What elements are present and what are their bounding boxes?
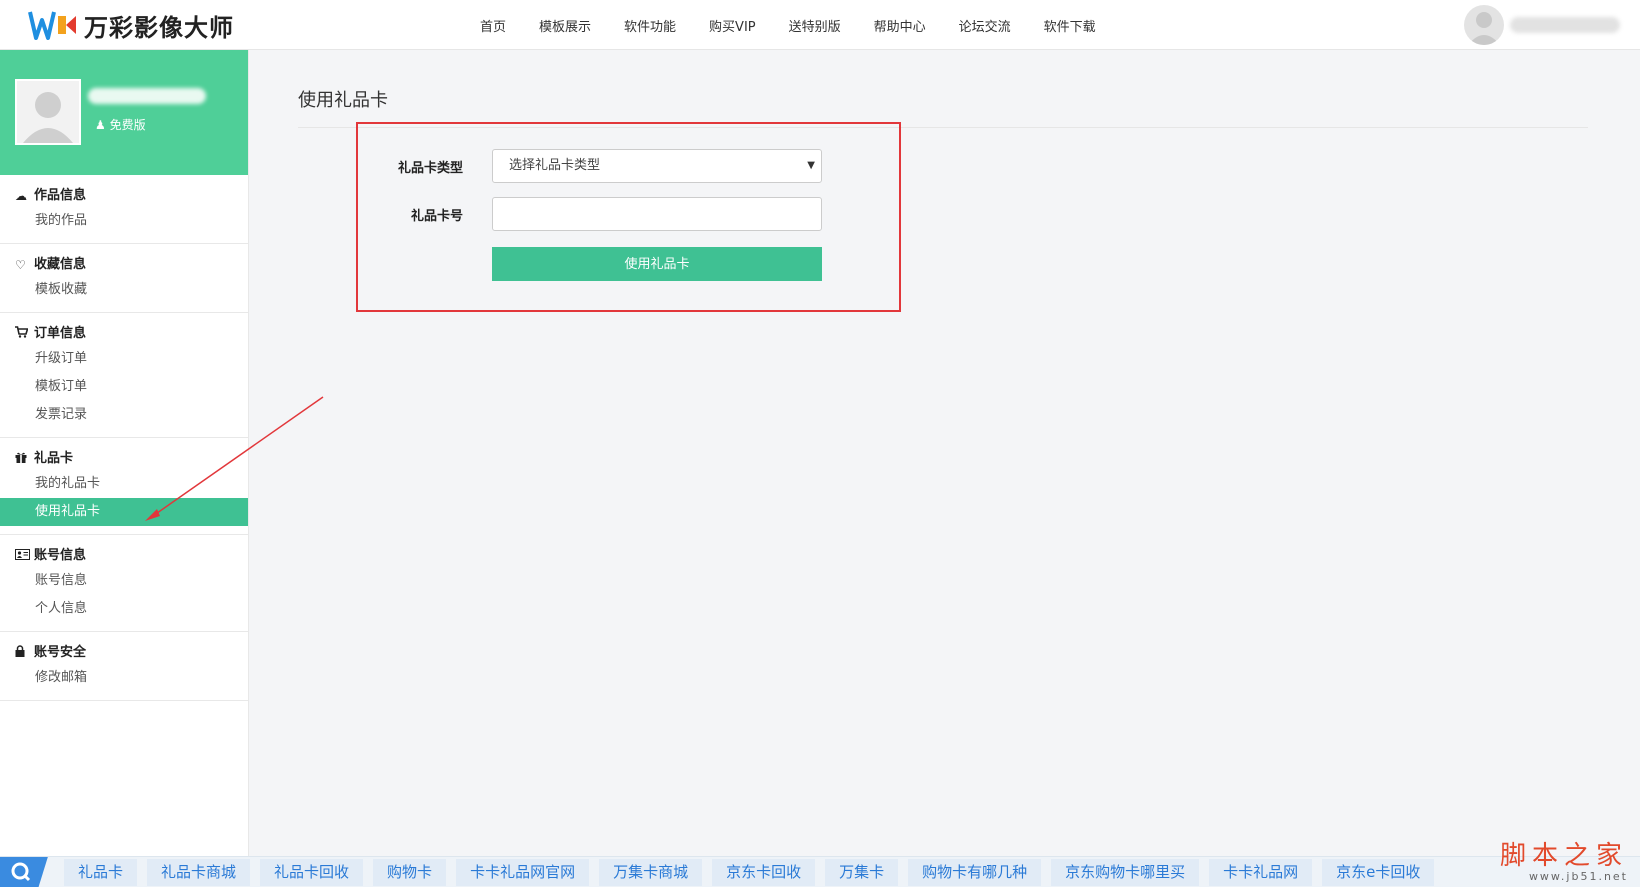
- sidebar-group-title: ♡ 收藏信息: [0, 254, 248, 276]
- lock-icon: [15, 642, 31, 664]
- nav-special-edition[interactable]: 送特别版: [789, 16, 841, 35]
- nav-home[interactable]: 首页: [480, 16, 506, 35]
- sidebar-group-title: ☁ 作品信息: [0, 185, 248, 207]
- use-gift-card-button[interactable]: 使用礼品卡: [492, 247, 822, 281]
- logo-icon: [28, 10, 78, 40]
- bottom-links: 礼品卡 礼品卡商城 礼品卡回收 购物卡 卡卡礼品网官网 万集卡商城 京东卡回收 …: [64, 857, 1444, 887]
- bottom-link[interactable]: 礼品卡: [64, 858, 138, 886]
- sidebar-group-label: 订单信息: [34, 326, 87, 341]
- cart-icon: [15, 323, 31, 345]
- watermark: 脚本之家 www.jb51.net: [1500, 842, 1628, 883]
- profile-panel: ♟ 免费版: [0, 50, 248, 175]
- sidebar-item-personal-info[interactable]: 个人信息: [0, 595, 248, 623]
- sidebar-item-account-info[interactable]: 账号信息: [0, 567, 248, 595]
- sidebar-group-label: 收藏信息: [34, 257, 87, 272]
- watermark-title: 脚本之家: [1499, 841, 1628, 871]
- logo-text: 万彩影像大师: [84, 13, 234, 42]
- gift-icon: [15, 448, 31, 470]
- sidebar-group-account: 账号信息 账号信息 个人信息: [0, 535, 248, 632]
- nav-buy-vip[interactable]: 购买VIP: [709, 16, 756, 35]
- sidebar-group-gift-card: 礼品卡 我的礼品卡 使用礼品卡: [0, 438, 248, 535]
- page-title: 使用礼品卡: [298, 90, 388, 111]
- sidebar-group-works: ☁ 作品信息 我的作品: [0, 175, 248, 244]
- sidebar-item-my-works[interactable]: 我的作品: [0, 207, 248, 235]
- gift-card-type-label: 礼品卡类型: [397, 161, 463, 176]
- main-nav: 首页 模板展示 软件功能 购买VIP 送特别版 帮助中心 论坛交流 软件下载: [480, 0, 1129, 50]
- account-version-label: 免费版: [109, 118, 146, 132]
- gift-card-type-selected: 选择礼品卡类型: [509, 158, 601, 173]
- bottom-link[interactable]: 购物卡: [373, 858, 447, 886]
- sidebar-group-title: 账号安全: [0, 642, 248, 664]
- profile-avatar[interactable]: [15, 79, 81, 145]
- avatar[interactable]: [1464, 5, 1504, 45]
- bottom-link[interactable]: 购物卡有哪几种: [908, 858, 1042, 886]
- logo[interactable]: 万彩影像大师: [28, 8, 234, 42]
- watermark-url: www.jb51.net: [1528, 870, 1628, 883]
- nav-download[interactable]: 软件下载: [1044, 16, 1096, 35]
- sidebar-item-upgrade-orders[interactable]: 升级订单: [0, 345, 248, 373]
- sidebar-item-use-gift-card[interactable]: 使用礼品卡: [0, 498, 248, 526]
- sidebar-item-template-orders[interactable]: 模板订单: [0, 373, 248, 401]
- sidebar-item-my-gift-cards[interactable]: 我的礼品卡: [0, 470, 248, 498]
- sidebar-item-invoice-records[interactable]: 发票记录: [0, 401, 248, 429]
- nav-templates[interactable]: 模板展示: [539, 16, 591, 35]
- bottom-link[interactable]: 礼品卡回收: [260, 858, 364, 886]
- user-icon: ♟: [95, 118, 106, 132]
- sidebar-group-title: 订单信息: [0, 323, 248, 345]
- account-version: ♟ 免费版: [95, 116, 146, 133]
- sidebar: ♟ 免费版 ☁ 作品信息 我的作品 ♡ 收藏信息 模板收藏 订单信息 升级订单 …: [0, 50, 249, 856]
- gift-card-type-select[interactable]: 选择礼品卡类型 ▼: [492, 149, 822, 183]
- sidebar-group-title: 账号信息: [0, 545, 248, 567]
- bottom-link[interactable]: 卡卡礼品网: [1209, 858, 1313, 886]
- gift-card-number-label: 礼品卡号: [410, 209, 463, 224]
- id-card-icon: [15, 545, 31, 567]
- gift-card-number-input[interactable]: [492, 197, 822, 231]
- sidebar-group-security: 账号安全 修改邮箱: [0, 632, 248, 701]
- nav-forum[interactable]: 论坛交流: [959, 16, 1011, 35]
- bottom-link[interactable]: 京东e卡回收: [1322, 858, 1435, 886]
- bottom-link[interactable]: 万集卡商城: [599, 858, 703, 886]
- bottom-link[interactable]: 礼品卡商城: [147, 858, 251, 886]
- bottom-link[interactable]: 卡卡礼品网官网: [456, 858, 590, 886]
- bottom-link-bar: 礼品卡 礼品卡商城 礼品卡回收 购物卡 卡卡礼品网官网 万集卡商城 京东卡回收 …: [0, 856, 1640, 887]
- sidebar-item-template-favorites[interactable]: 模板收藏: [0, 276, 248, 304]
- nav-features[interactable]: 软件功能: [624, 16, 676, 35]
- sidebar-group-favorites: ♡ 收藏信息 模板收藏: [0, 244, 248, 313]
- search-icon[interactable]: [0, 856, 48, 887]
- sidebar-group-label: 账号安全: [34, 645, 87, 660]
- sidebar-group-label: 账号信息: [34, 548, 87, 563]
- caret-down-icon: ▼: [807, 160, 815, 171]
- nav-help[interactable]: 帮助中心: [874, 16, 926, 35]
- cloud-upload-icon: ☁: [15, 189, 27, 203]
- bottom-link[interactable]: 万集卡: [825, 858, 899, 886]
- top-header: 万彩影像大师 首页 模板展示 软件功能 购买VIP 送特别版 帮助中心 论坛交流…: [0, 0, 1640, 50]
- sidebar-group-title: 礼品卡: [0, 448, 248, 470]
- sidebar-group-label: 作品信息: [34, 188, 87, 203]
- bottom-link[interactable]: 京东卡回收: [712, 858, 816, 886]
- bottom-link[interactable]: 京东购物卡哪里买: [1051, 858, 1200, 886]
- sidebar-group-orders: 订单信息 升级订单 模板订单 发票记录: [0, 313, 248, 438]
- user-menu[interactable]: [1464, 5, 1620, 45]
- profile-name-redacted: [88, 88, 206, 104]
- heart-icon: ♡: [15, 258, 26, 272]
- username-redacted: [1510, 17, 1620, 33]
- sidebar-group-label: 礼品卡: [34, 451, 74, 466]
- sidebar-item-change-email[interactable]: 修改邮箱: [0, 664, 248, 692]
